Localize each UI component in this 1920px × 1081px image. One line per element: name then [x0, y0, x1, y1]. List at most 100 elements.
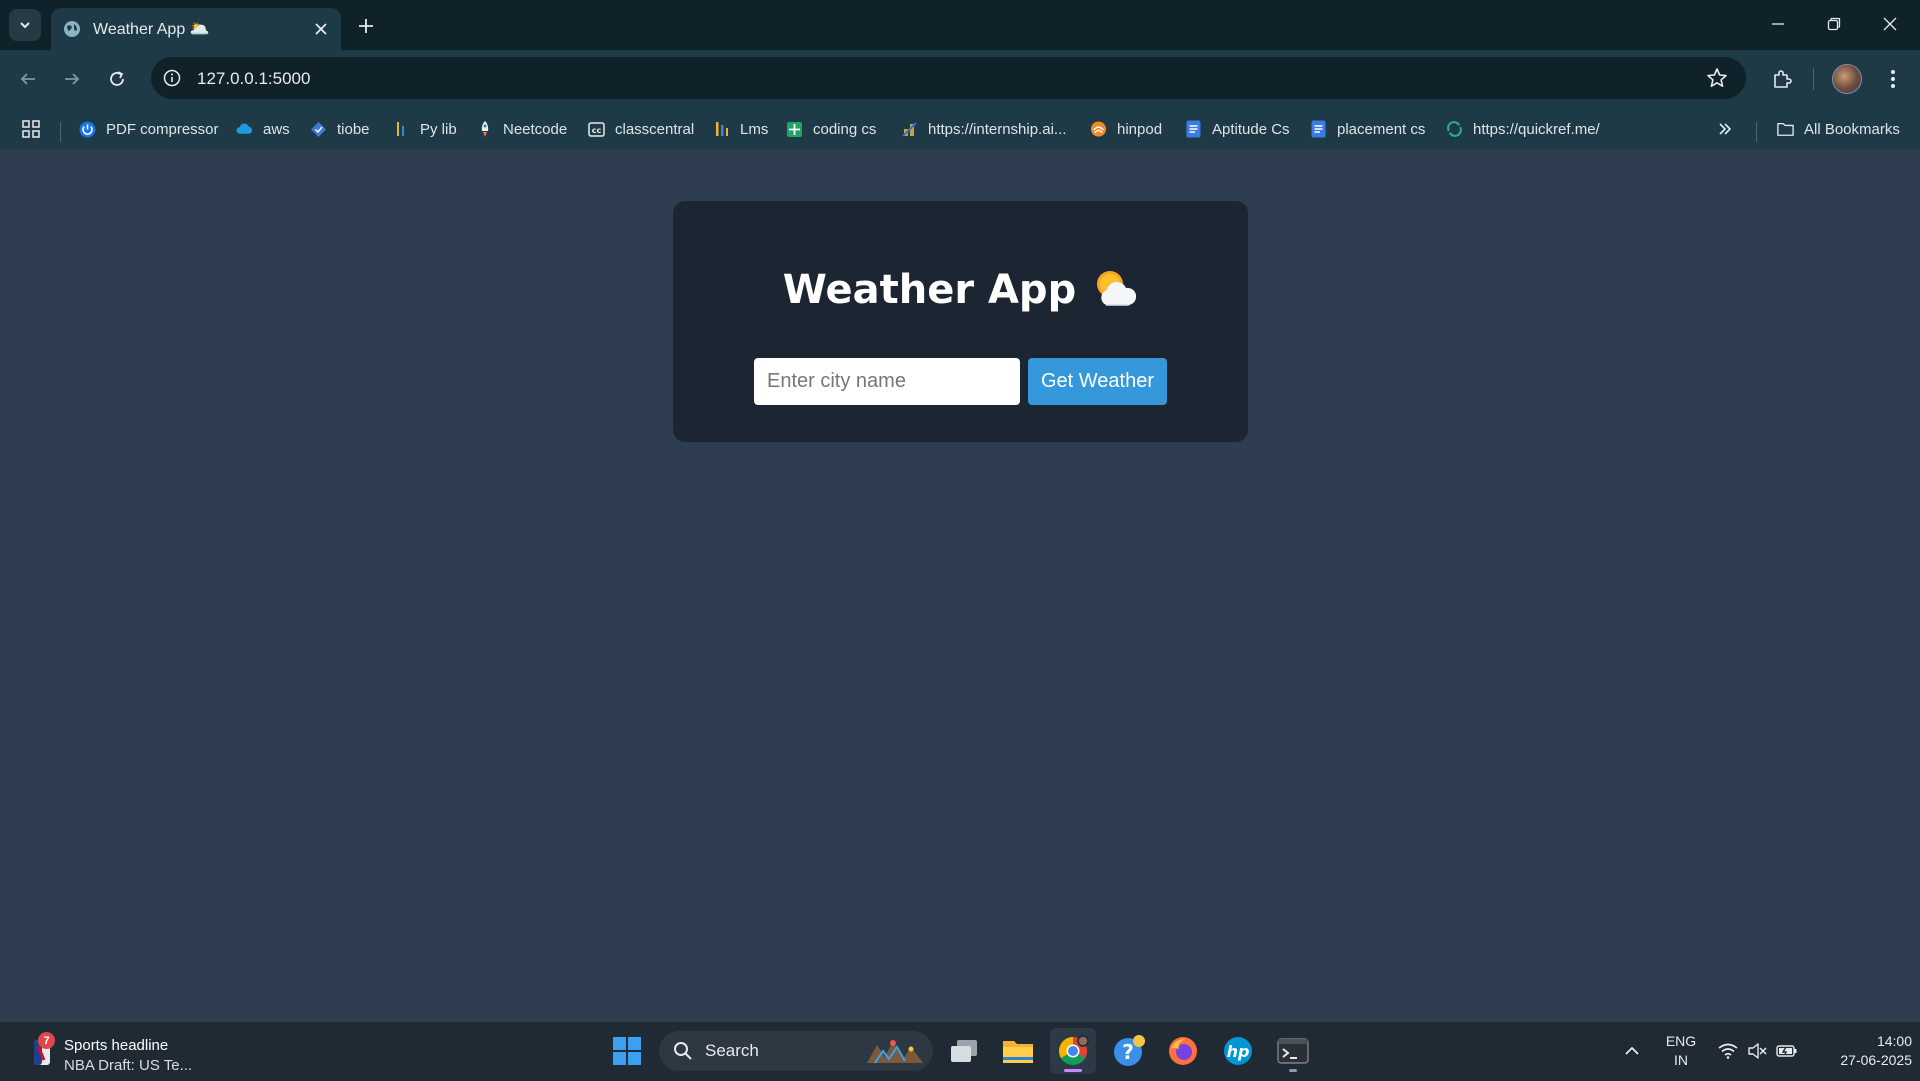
wifi-status[interactable]	[1715, 1022, 1741, 1080]
apps-grid-icon	[22, 120, 40, 138]
start-button[interactable]	[604, 1028, 650, 1074]
arrow-right-icon	[65, 73, 80, 85]
back-button[interactable]	[13, 64, 43, 94]
tab-close-button[interactable]	[311, 19, 331, 39]
speaker-muted-icon	[1748, 1043, 1767, 1059]
puzzle-icon	[1774, 70, 1792, 88]
taskbar: 7 Sports headline NBA Draft: US Te... Se…	[0, 1021, 1920, 1081]
pdf-compressor-icon	[79, 121, 96, 137]
browser-toolbar: 127.0.0.1:5000	[0, 50, 1920, 108]
address-bar[interactable]: 127.0.0.1:5000	[151, 57, 1746, 99]
tab-weather-app[interactable]: Weather App 🌥️	[51, 8, 341, 50]
apps-button[interactable]	[22, 117, 40, 141]
bookmark-classcentral[interactable]: cc classcentral	[588, 117, 694, 141]
arrow-left-icon	[20, 73, 35, 85]
close-icon	[1883, 17, 1897, 31]
bookmark-py-lib[interactable]: Py lib	[393, 117, 457, 141]
close-window-button[interactable]	[1862, 0, 1918, 48]
all-bookmarks-button[interactable]: All Bookmarks	[1777, 117, 1900, 141]
extensions-button[interactable]	[1766, 63, 1798, 95]
bookmarks-divider	[60, 122, 61, 142]
browser-menu-button[interactable]	[1877, 63, 1909, 95]
volume-status[interactable]	[1744, 1022, 1770, 1080]
bookmark-lms[interactable]: Lms	[713, 117, 768, 141]
page-title-text: Weather App	[782, 267, 1077, 313]
terminal-button[interactable]	[1270, 1028, 1316, 1074]
wifi-icon	[1718, 1043, 1738, 1059]
taskbar-search[interactable]: Search	[659, 1031, 933, 1071]
cloud-icon	[236, 123, 253, 134]
minimize-icon	[1772, 23, 1784, 25]
news-widget[interactable]: 7 Sports headline NBA Draft: US Te...	[26, 1028, 226, 1074]
bookmarks-overflow-button[interactable]	[1718, 117, 1732, 141]
windows-logo-icon	[613, 1037, 641, 1065]
weather-card: Weather App Get Weather	[673, 201, 1248, 442]
clock-date: 27-06-2025	[1840, 1052, 1912, 1068]
toolbar-divider	[1813, 68, 1814, 90]
restore-icon	[1827, 17, 1841, 31]
tiobe-icon	[311, 121, 326, 137]
bookmark-tiobe[interactable]: tiobe	[310, 117, 370, 141]
get-weather-button[interactable]: Get Weather	[1028, 358, 1167, 405]
language-indicator[interactable]: ENG IN	[1656, 1032, 1706, 1070]
svg-text:cc: cc	[592, 126, 602, 135]
bookmark-neetcode[interactable]: Neetcode	[476, 117, 567, 141]
search-highlight-icon	[867, 1040, 923, 1064]
running-indicator	[1289, 1069, 1297, 1072]
bookmark-aws[interactable]: aws	[236, 117, 290, 141]
sun-behind-cloud-icon	[1097, 271, 1137, 306]
hp-app-button[interactable]: hp	[1215, 1028, 1261, 1074]
news-headline: Sports headline	[64, 1037, 169, 1054]
reload-button[interactable]	[102, 64, 132, 94]
tab-strip: Weather App 🌥️	[0, 0, 1920, 50]
chevron-down-icon	[20, 22, 30, 29]
minimize-button[interactable]	[1750, 0, 1806, 48]
clock-time: 14:00	[1876, 1033, 1912, 1049]
restore-button[interactable]	[1806, 0, 1862, 48]
task-view-button[interactable]	[941, 1028, 987, 1074]
pylib-icon	[396, 122, 404, 136]
chrome-taskbar-button[interactable]	[1050, 1028, 1096, 1074]
hp-logo-icon: hp	[1224, 1037, 1252, 1065]
new-tab-button[interactable]	[353, 13, 379, 39]
bookmark-coding-cs[interactable]: coding cs	[786, 117, 876, 141]
svg-text:?: ?	[1122, 1040, 1134, 1064]
bookmark-internship[interactable]: https://internship.ai...	[901, 117, 1066, 141]
system-clock[interactable]: 14:00 27-06-2025	[1810, 1032, 1912, 1070]
site-info-button[interactable]	[161, 67, 183, 89]
lms-icon	[715, 122, 728, 136]
more-vertical-icon	[1891, 70, 1895, 88]
docs-icon	[1311, 120, 1326, 138]
bookmark-hinpod[interactable]: hinpod	[1090, 117, 1162, 141]
close-icon	[315, 23, 327, 35]
show-hidden-icons-button[interactable]	[1618, 1022, 1646, 1080]
info-icon	[163, 69, 181, 87]
running-indicator	[1064, 1069, 1082, 1072]
battery-status[interactable]	[1773, 1022, 1801, 1080]
firefox-icon	[1169, 1037, 1197, 1065]
bookmark-aptitude-cs[interactable]: Aptitude Cs	[1185, 117, 1290, 141]
page-title: Weather App	[673, 267, 1248, 313]
search-label: Search	[705, 1041, 759, 1060]
reload-icon	[110, 71, 124, 86]
get-help-button[interactable]: ?	[1106, 1028, 1152, 1074]
tab-title: Weather App 🌥️	[93, 21, 210, 38]
bookmark-pdf-compressor[interactable]: PDF compressor	[79, 117, 219, 141]
bookmark-placement-cs[interactable]: placement cs	[1310, 117, 1425, 141]
classcentral-icon: cc	[588, 121, 605, 137]
file-explorer-button[interactable]	[995, 1028, 1041, 1074]
firefox-button[interactable]	[1160, 1028, 1206, 1074]
news-subtext: NBA Draft: US Te...	[64, 1057, 193, 1074]
svg-text:hp: hp	[1227, 1042, 1250, 1061]
forward-button[interactable]	[57, 64, 87, 94]
task-view-icon	[951, 1040, 977, 1062]
bookmark-quickref[interactable]: https://quickref.me/	[1446, 117, 1600, 141]
bookmark-star-icon[interactable]	[1706, 67, 1728, 89]
city-input[interactable]	[754, 358, 1020, 405]
url-text[interactable]: 127.0.0.1:5000	[197, 69, 310, 89]
profile-avatar[interactable]	[1832, 64, 1862, 94]
folder-icon	[1003, 1041, 1033, 1063]
tab-search-button[interactable]	[9, 9, 41, 41]
chrome-icon	[1059, 1035, 1089, 1065]
folder-icon	[1777, 122, 1794, 136]
